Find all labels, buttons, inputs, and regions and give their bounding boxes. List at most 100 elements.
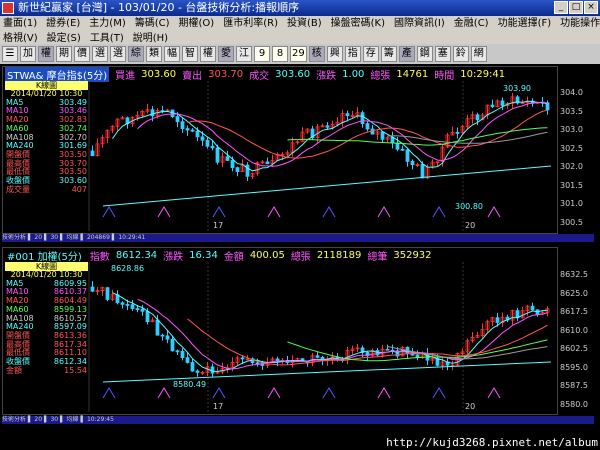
- candle-body: [275, 358, 280, 362]
- volume-marker: [157, 387, 171, 399]
- axis-tick-label: 301.5: [560, 180, 583, 190]
- count-value: 352932: [393, 250, 432, 261]
- candle-body: [170, 338, 175, 352]
- volume-marker: [487, 206, 501, 218]
- toolbar-button-23[interactable]: 鋼: [416, 46, 433, 62]
- menu-item-r1-2[interactable]: 主力(M): [89, 16, 125, 31]
- index-volume-value: 2118189: [316, 250, 362, 261]
- volume-marker: [322, 206, 336, 218]
- toolbar-button-8[interactable]: 類: [146, 46, 162, 62]
- toolbar-button-2[interactable]: 權: [38, 46, 54, 62]
- toolbar-button-0[interactable]: ☰: [2, 46, 18, 62]
- toolbar-button-13[interactable]: 江: [236, 46, 252, 62]
- menu-item-r1-9[interactable]: 金融(C): [454, 16, 489, 31]
- volume-marker: [432, 206, 446, 218]
- minimize-button[interactable]: _: [554, 1, 568, 14]
- toolbar-button-17[interactable]: 核: [308, 46, 325, 62]
- futures-legend: K線圖 2014/01/20 10:30 MA5 303.49 MA10 303.46 MA…: [5, 81, 88, 195]
- menu-item-r1-3[interactable]: 籌碼(C): [135, 16, 170, 31]
- index-change-label: 漲跌: [163, 252, 184, 263]
- toolbar-button-20[interactable]: 存: [362, 46, 379, 62]
- toolbar-button-24[interactable]: 塞: [434, 46, 451, 62]
- candle-body: [495, 317, 500, 323]
- toolbar-button-6[interactable]: 選: [110, 46, 126, 62]
- toolbar-button-3[interactable]: 期: [56, 46, 72, 62]
- menu-item-r1-7[interactable]: 操盤密碼(K): [331, 16, 385, 31]
- candle-body: [255, 362, 260, 365]
- volume-marker: [377, 206, 391, 218]
- day-label: 20: [465, 221, 475, 230]
- window-title: 新世紀贏家 [台灣] - 103/01/20 - 台盤技術分析:播報順序: [18, 1, 300, 14]
- toolbar-button-21[interactable]: 籌: [380, 46, 397, 62]
- toolbar-button-4[interactable]: 價: [74, 46, 90, 62]
- toolbar-button-19[interactable]: 指: [344, 46, 361, 62]
- volume-marker: [322, 387, 336, 399]
- menu-item-r1-0[interactable]: 畫面(1): [3, 16, 37, 31]
- toolbar-button-26[interactable]: 網: [470, 46, 487, 62]
- toolbar-button-10[interactable]: 智: [182, 46, 198, 62]
- change-label: 漲跌: [316, 71, 337, 82]
- amount-value: 400.05: [249, 250, 285, 261]
- toolbar-button-7[interactable]: 綜: [128, 46, 144, 62]
- day-label: 17: [213, 402, 223, 411]
- axis-tick-label: 304.0: [560, 88, 583, 97]
- toolbar-button-5[interactable]: 選: [92, 46, 108, 62]
- toolbar-button-9[interactable]: 幅: [164, 46, 180, 62]
- candle-body: [105, 287, 110, 300]
- volume-marker: [377, 387, 391, 399]
- moving-average-line: [387, 131, 548, 144]
- toolbar-button-22[interactable]: 產: [398, 46, 415, 62]
- candle-body: [205, 139, 210, 147]
- legend-value: 407: [71, 184, 87, 194]
- legend-row: 金額 15.54: [5, 366, 88, 376]
- toolbar-button-11[interactable]: 權: [200, 46, 216, 62]
- change-value: 1.00: [342, 69, 365, 80]
- toolbar-button-12[interactable]: 愛: [218, 46, 234, 62]
- menu-item-r1-10[interactable]: 功能選擇(F): [498, 16, 552, 31]
- index-symbol[interactable]: #001 加權(5分): [5, 248, 84, 263]
- candle-body: [380, 131, 385, 140]
- close-button[interactable]: ×: [584, 1, 598, 14]
- maximize-button[interactable]: □: [569, 1, 583, 14]
- toolbar-button-1[interactable]: 加: [20, 46, 36, 62]
- candle-body: [195, 370, 200, 373]
- candle-body: [130, 304, 135, 309]
- futures-quote-header: STWA& 摩台指$(5分) 買進 303.60 賣出 303.70 成交 30…: [5, 67, 505, 82]
- candle-body: [175, 350, 180, 353]
- candle-body: [360, 112, 365, 124]
- toolbar-button-16[interactable]: 29: [290, 46, 307, 62]
- low-price-label: 8580.49: [173, 380, 206, 389]
- toolbar-button-25[interactable]: 鈴: [452, 46, 469, 62]
- menu-item-r1-4[interactable]: 期權(O): [179, 16, 215, 31]
- menu-item-r1-1[interactable]: 證券(E): [46, 16, 80, 31]
- high-price-label: 8628.86: [111, 264, 144, 273]
- axis-tick-label: 8632.5: [560, 270, 588, 279]
- candle-body: [135, 308, 140, 310]
- menu-item-r1-5[interactable]: 匯市利率(R): [223, 16, 278, 31]
- count-label: 總筆: [367, 252, 388, 263]
- index-status-bar: 技術分析 ▌ 20 ▌ 30 ▌ 均線 ▌ 10:29:45: [2, 416, 594, 424]
- axis-tick-label: 8587.5: [560, 381, 588, 390]
- candle-body: [265, 161, 270, 165]
- toolbar-button-18[interactable]: 興: [326, 46, 343, 62]
- futures-symbol[interactable]: STWA& 摩台指$(5分): [5, 67, 110, 82]
- menu-item-r1-6[interactable]: 投資(B): [287, 16, 322, 31]
- toolbar-button-14[interactable]: 9: [254, 46, 270, 62]
- candle-body: [190, 129, 195, 132]
- volume-marker: [487, 387, 501, 399]
- candle-body: [500, 100, 505, 106]
- menu-item-r1-11[interactable]: 功能操作(F): [560, 16, 600, 31]
- toolbar: ☰ 加權期價選選綜類幅智權愛江 9 8 29 核興指存籌產鋼塞鈴網: [0, 44, 600, 64]
- toolbar-button-15[interactable]: 8: [272, 46, 288, 62]
- candle-body: [190, 362, 195, 372]
- candle-body: [225, 156, 230, 161]
- menu-item-r1-8[interactable]: 國際資訊(I): [394, 16, 445, 31]
- title-bar: 新世紀贏家 [台灣] - 103/01/20 - 台盤技術分析:播報順序 _ □…: [0, 0, 600, 16]
- futures-chart-panel: STWA& 摩台指$(5分) 買進 303.60 賣出 303.70 成交 30…: [2, 66, 558, 234]
- legend-key: 成交量: [6, 184, 30, 194]
- candle-body: [410, 161, 415, 166]
- time-label: 時間: [434, 71, 455, 82]
- app-icon: [2, 2, 14, 14]
- menu-row-1: 畫面(1) 證券(E) 主力(M) 籌碼(C) 期權(O) 匯市利率(R) 投資(B) 操盤密…: [0, 16, 600, 31]
- candle-body: [405, 149, 410, 162]
